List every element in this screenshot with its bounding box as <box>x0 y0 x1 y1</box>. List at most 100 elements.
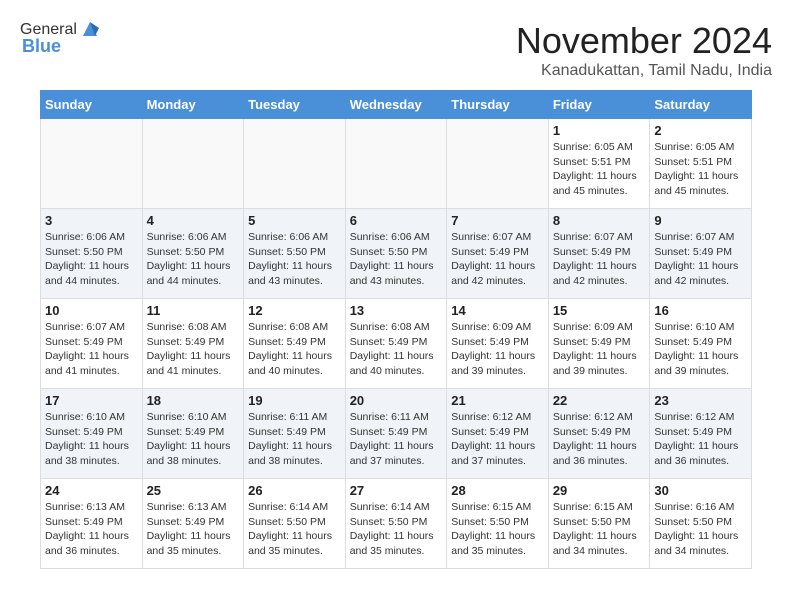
day-info: Sunrise: 6:10 AMSunset: 5:49 PMDaylight:… <box>45 410 138 469</box>
logo-icon <box>79 18 101 40</box>
calendar-day: 22 Sunrise: 6:12 AMSunset: 5:49 PMDayligh… <box>548 389 650 479</box>
day-info: Sunrise: 6:11 AMSunset: 5:49 PMDaylight:… <box>248 410 341 469</box>
calendar-day: 12 Sunrise: 6:08 AMSunset: 5:49 PMDayligh… <box>244 299 346 389</box>
day-info: Sunrise: 6:07 AMSunset: 5:49 PMDaylight:… <box>45 320 138 379</box>
day-info: Sunrise: 6:07 AMSunset: 5:49 PMDaylight:… <box>654 230 747 289</box>
calendar-day: 3Sunrise: 6:06 AMSunset: 5:50 PMDaylight… <box>41 209 143 299</box>
day-info: Sunrise: 6:10 AMSunset: 5:49 PMDaylight:… <box>654 320 747 379</box>
day-number: 11 <box>147 303 240 318</box>
calendar-day: 29 Sunrise: 6:15 AMSunset: 5:50 PMDayligh… <box>548 479 650 569</box>
day-info: Sunrise: 6:09 AMSunset: 5:49 PMDaylight:… <box>553 320 646 379</box>
day-number: 30 <box>654 483 747 498</box>
calendar-day: 26Sunrise: 6:14 AMSunset: 5:50 PMDayligh… <box>244 479 346 569</box>
calendar-day: 23 Sunrise: 6:12 AMSunset: 5:49 PMDayligh… <box>650 389 752 479</box>
day-info: Sunrise: 6:09 AMSunset: 5:49 PMDaylight:… <box>451 320 544 379</box>
calendar-day: 24 Sunrise: 6:13 AMSunset: 5:49 PMDayligh… <box>41 479 143 569</box>
calendar-day <box>345 119 447 209</box>
calendar-day: 11 Sunrise: 6:08 AMSunset: 5:49 PMDayligh… <box>142 299 244 389</box>
col-thursday: Thursday <box>447 91 549 119</box>
day-number: 29 <box>553 483 646 498</box>
calendar-day: 30Sunrise: 6:16 AMSunset: 5:50 PMDayligh… <box>650 479 752 569</box>
day-number: 12 <box>248 303 341 318</box>
calendar-day: 16 Sunrise: 6:10 AMSunset: 5:49 PMDayligh… <box>650 299 752 389</box>
col-monday: Monday <box>142 91 244 119</box>
day-number: 17 <box>45 393 138 408</box>
calendar-week-4: 17 Sunrise: 6:10 AMSunset: 5:49 PMDayligh… <box>41 389 752 479</box>
day-info: Sunrise: 6:08 AMSunset: 5:49 PMDaylight:… <box>147 320 240 379</box>
day-info: Sunrise: 6:12 AMSunset: 5:49 PMDaylight:… <box>451 410 544 469</box>
calendar-day <box>447 119 549 209</box>
day-number: 25 <box>147 483 240 498</box>
logo: General Blue <box>20 20 101 57</box>
day-number: 1 <box>553 123 646 138</box>
day-number: 9 <box>654 213 747 228</box>
day-info: Sunrise: 6:08 AMSunset: 5:49 PMDaylight:… <box>350 320 443 379</box>
day-number: 14 <box>451 303 544 318</box>
calendar-day <box>244 119 346 209</box>
day-number: 21 <box>451 393 544 408</box>
calendar-body: 1 Sunrise: 6:05 AMSunset: 5:51 PMDaylight… <box>41 119 752 569</box>
day-number: 23 <box>654 393 747 408</box>
calendar-day: 25 Sunrise: 6:13 AMSunset: 5:49 PMDayligh… <box>142 479 244 569</box>
day-number: 20 <box>350 393 443 408</box>
calendar-day: 4 Sunrise: 6:06 AMSunset: 5:50 PMDaylight… <box>142 209 244 299</box>
day-info: Sunrise: 6:05 AMSunset: 5:51 PMDaylight:… <box>553 140 646 199</box>
day-number: 13 <box>350 303 443 318</box>
month-title: November 2024 <box>516 20 772 62</box>
day-info: Sunrise: 6:08 AMSunset: 5:49 PMDaylight:… <box>248 320 341 379</box>
day-info: Sunrise: 6:06 AMSunset: 5:50 PMDaylight:… <box>248 230 341 289</box>
day-info: Sunrise: 6:15 AMSunset: 5:50 PMDaylight:… <box>553 500 646 559</box>
day-number: 8 <box>553 213 646 228</box>
day-number: 27 <box>350 483 443 498</box>
calendar-day: 27 Sunrise: 6:14 AMSunset: 5:50 PMDayligh… <box>345 479 447 569</box>
calendar-day <box>41 119 143 209</box>
day-number: 4 <box>147 213 240 228</box>
day-number: 16 <box>654 303 747 318</box>
header-row: Sunday Monday Tuesday Wednesday Thursday… <box>41 91 752 119</box>
day-info: Sunrise: 6:13 AMSunset: 5:49 PMDaylight:… <box>45 500 138 559</box>
day-number: 26 <box>248 483 341 498</box>
calendar-day: 13 Sunrise: 6:08 AMSunset: 5:49 PMDayligh… <box>345 299 447 389</box>
day-number: 22 <box>553 393 646 408</box>
day-info: Sunrise: 6:07 AMSunset: 5:49 PMDaylight:… <box>553 230 646 289</box>
location-subtitle: Kanadukattan, Tamil Nadu, India <box>516 62 772 80</box>
calendar-day: 14 Sunrise: 6:09 AMSunset: 5:49 PMDayligh… <box>447 299 549 389</box>
day-info: Sunrise: 6:12 AMSunset: 5:49 PMDaylight:… <box>654 410 747 469</box>
calendar-day: 20 Sunrise: 6:11 AMSunset: 5:49 PMDayligh… <box>345 389 447 479</box>
day-number: 24 <box>45 483 138 498</box>
day-info: Sunrise: 6:13 AMSunset: 5:49 PMDaylight:… <box>147 500 240 559</box>
calendar-week-2: 3 Sunrise: 6:06 AMSunset: 5:50 PMDaylight… <box>41 209 752 299</box>
day-number: 6 <box>350 213 443 228</box>
day-number: 7 <box>451 213 544 228</box>
calendar-table: Sunday Monday Tuesday Wednesday Thursday… <box>40 90 752 569</box>
calendar-day: 21 Sunrise: 6:12 AMSunset: 5:49 PMDayligh… <box>447 389 549 479</box>
calendar-day: 1 Sunrise: 6:05 AMSunset: 5:51 PMDaylight… <box>548 119 650 209</box>
page-container: General Blue November 2024 Kanadukattan,… <box>0 0 792 589</box>
day-number: 18 <box>147 393 240 408</box>
calendar-wrapper: Sunday Monday Tuesday Wednesday Thursday… <box>0 90 792 589</box>
calendar-day: 7Sunrise: 6:07 AMSunset: 5:49 PMDaylight… <box>447 209 549 299</box>
day-info: Sunrise: 6:11 AMSunset: 5:49 PMDaylight:… <box>350 410 443 469</box>
calendar-day <box>142 119 244 209</box>
day-info: Sunrise: 6:10 AMSunset: 5:49 PMDaylight:… <box>147 410 240 469</box>
calendar-day: 15Sunrise: 6:09 AMSunset: 5:49 PMDayligh… <box>548 299 650 389</box>
calendar-day: 28Sunrise: 6:15 AMSunset: 5:50 PMDayligh… <box>447 479 549 569</box>
day-number: 3 <box>45 213 138 228</box>
calendar-day: 5Sunrise: 6:06 AMSunset: 5:50 PMDaylight… <box>244 209 346 299</box>
col-saturday: Saturday <box>650 91 752 119</box>
logo-blue-text: Blue <box>22 36 61 57</box>
day-info: Sunrise: 6:05 AMSunset: 5:51 PMDaylight:… <box>654 140 747 199</box>
day-info: Sunrise: 6:06 AMSunset: 5:50 PMDaylight:… <box>350 230 443 289</box>
day-info: Sunrise: 6:14 AMSunset: 5:50 PMDaylight:… <box>350 500 443 559</box>
calendar-day: 6 Sunrise: 6:06 AMSunset: 5:50 PMDaylight… <box>345 209 447 299</box>
day-info: Sunrise: 6:06 AMSunset: 5:50 PMDaylight:… <box>147 230 240 289</box>
day-number: 28 <box>451 483 544 498</box>
calendar-week-1: 1 Sunrise: 6:05 AMSunset: 5:51 PMDaylight… <box>41 119 752 209</box>
calendar-day: 18 Sunrise: 6:10 AMSunset: 5:49 PMDayligh… <box>142 389 244 479</box>
col-friday: Friday <box>548 91 650 119</box>
calendar-week-5: 24 Sunrise: 6:13 AMSunset: 5:49 PMDayligh… <box>41 479 752 569</box>
col-sunday: Sunday <box>41 91 143 119</box>
day-info: Sunrise: 6:12 AMSunset: 5:49 PMDaylight:… <box>553 410 646 469</box>
day-number: 10 <box>45 303 138 318</box>
day-number: 2 <box>654 123 747 138</box>
